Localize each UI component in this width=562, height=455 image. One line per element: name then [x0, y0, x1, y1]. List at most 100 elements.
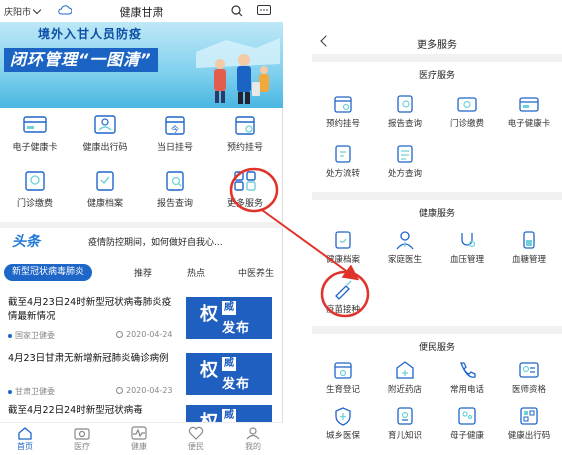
service-today-register[interactable]: 今 当日挂号	[140, 114, 210, 153]
parenting-icon	[397, 407, 413, 425]
pharmacy-icon	[396, 361, 414, 379]
news-thumbnail: 权威发布	[186, 353, 272, 395]
service-item[interactable]: 处方流转	[314, 144, 372, 179]
top-bar: 庆阳市 健康甘肃	[0, 0, 283, 22]
news-thumbnail: 权威	[186, 405, 272, 422]
message-icon[interactable]	[257, 5, 271, 16]
svg-text:今: 今	[171, 124, 179, 134]
payment-icon	[457, 97, 477, 112]
service-item[interactable]: 城乡医保	[314, 406, 372, 441]
banner-subheadline: 闭环管理“一图清”	[4, 48, 158, 72]
service-item[interactable]: 家庭医生	[376, 230, 434, 265]
service-item[interactable]: 门诊缴费	[438, 94, 496, 129]
news-thumbnail: 权威发布	[186, 297, 272, 339]
nav-mine[interactable]: 我的	[233, 426, 273, 452]
birth-register-icon	[334, 362, 352, 379]
section-convenience: 便民服务 生育登记 附近药店 常用电话 医师资格 城乡医保 育儿知识 母子健康	[312, 326, 562, 455]
insurance-icon	[335, 407, 351, 426]
calendar-icon	[334, 96, 352, 113]
service-item[interactable]: 血压管理	[438, 230, 496, 265]
banner-headline: 境外入甘人员防疫	[38, 27, 143, 41]
nav-medical[interactable]: 医疗	[62, 426, 102, 452]
headline-ticker[interactable]: 头条 疫情防控期间，如何做好自我心...	[0, 222, 283, 252]
medical-icon	[74, 428, 90, 440]
news-date: 2020-04-24	[116, 330, 173, 339]
headline-text: 疫情防控期间，如何做好自我心...	[88, 238, 223, 248]
blood-pressure-icon	[461, 233, 476, 248]
news-source: 甘肃卫健委	[8, 386, 55, 397]
nav-home[interactable]: 首页	[5, 426, 45, 452]
payment-icon	[25, 171, 45, 191]
service-report[interactable]: 报告查询	[140, 170, 210, 209]
news-title: 4月23日甘肃无新增新冠肺炎确诊病例	[8, 353, 169, 364]
health-record-icon	[335, 231, 351, 249]
nav-convenience[interactable]: 便民	[176, 426, 216, 452]
service-health-record[interactable]: 健康档案	[70, 170, 140, 209]
home-icon	[18, 427, 32, 440]
service-appointment[interactable]: 预约挂号	[210, 114, 280, 153]
blood-sugar-icon	[523, 231, 535, 249]
news-item[interactable]: 截至4月23日24时新型冠状病毒肺炎疫情最新情况 国家卫健委 2020-04-2…	[8, 296, 276, 346]
news-source: 国家卫健委	[8, 330, 55, 341]
nav-health[interactable]: 健康	[119, 426, 159, 452]
page-title: 更多服务	[417, 40, 457, 51]
health-card-icon	[23, 116, 47, 133]
service-item[interactable]: 健康出行码	[500, 406, 558, 441]
service-item[interactable]: 疫苗接种	[314, 280, 372, 315]
bottom-nav: 首页 医疗 健康 便民 我的	[0, 422, 283, 455]
doctor-icon	[396, 231, 414, 250]
appointment-icon	[235, 116, 255, 135]
service-item[interactable]: 电子健康卡	[500, 94, 558, 129]
home-screen: 庆阳市 健康甘肃 境外入甘人员防疫 闭环管理“一图清” 电子健康卡 健康出行码 …	[0, 0, 283, 455]
service-health-card[interactable]: 电子健康卡	[0, 114, 70, 153]
news-title: 截至4月23日24时新型冠状病毒肺炎疫情最新情况	[8, 297, 172, 322]
tab-tcm[interactable]: 中医养生	[238, 266, 274, 279]
service-item[interactable]: 预约挂号	[314, 94, 372, 129]
travel-code-icon	[94, 115, 116, 134]
user-icon	[246, 427, 260, 440]
pulse-icon	[131, 426, 147, 440]
phone-icon	[460, 362, 476, 378]
service-item[interactable]: 常用电话	[438, 360, 496, 395]
service-travel-code[interactable]: 健康出行码	[70, 114, 140, 153]
news-item[interactable]: 截至4月22日24时新型冠状病毒 权威	[8, 404, 276, 422]
today-register-icon: 今	[165, 116, 185, 135]
headline-logo: 头条	[12, 234, 40, 250]
tab-recommend[interactable]: 推荐	[134, 266, 152, 279]
news-item[interactable]: 4月23日甘肃无新增新冠肺炎确诊病例 甘肃卫健委 2020-04-23 权威发布	[8, 352, 276, 402]
service-more[interactable]: 更多服务	[210, 170, 280, 209]
news-date: 2020-04-23	[116, 386, 173, 395]
service-item[interactable]: 育儿知识	[376, 406, 434, 441]
section-title: 健康服务	[418, 209, 455, 219]
service-item[interactable]: 医师资格	[500, 360, 558, 395]
clock-icon	[116, 387, 123, 394]
section-medical: 医疗服务 预约挂号 报告查询 门诊缴费 电子健康卡 处方流转 处方查询	[312, 54, 562, 192]
vaccine-icon	[335, 280, 352, 300]
service-item[interactable]: 健康档案	[314, 230, 372, 265]
report-icon	[166, 171, 184, 191]
news-title: 截至4月22日24时新型冠状病毒	[8, 405, 143, 416]
service-item[interactable]: 母子健康	[438, 406, 496, 441]
clock-icon	[116, 331, 123, 338]
travel-code-icon	[520, 407, 538, 425]
section-health: 健康服务 健康档案 家庭医生 血压管理 血糖管理 疫苗接种	[312, 192, 562, 326]
prescription-flow-icon	[335, 145, 351, 163]
doctor-license-icon	[519, 362, 539, 378]
health-record-icon	[96, 171, 114, 191]
service-item[interactable]: 血糖管理	[500, 230, 558, 265]
service-item[interactable]: 附近药店	[376, 360, 434, 395]
service-payment[interactable]: 门诊缴费	[0, 170, 70, 209]
mother-child-icon	[458, 407, 476, 425]
search-icon[interactable]	[231, 5, 243, 17]
more-services-screen: 更多服务 医疗服务 预约挂号 报告查询 门诊缴费 电子健康卡 处方流转 处方查询	[312, 28, 562, 455]
promo-banner[interactable]: 境外入甘人员防疫 闭环管理“一图清”	[0, 22, 283, 108]
tab-hot[interactable]: 热点	[187, 266, 205, 279]
service-item[interactable]: 处方查询	[376, 144, 434, 179]
service-item[interactable]: 报告查询	[376, 94, 434, 129]
prescription-search-icon	[397, 145, 413, 163]
service-item[interactable]: 生育登记	[314, 360, 372, 395]
section-title: 医疗服务	[418, 71, 455, 81]
more-services-icon	[234, 171, 256, 191]
news-tabs: 新型冠状病毒肺炎 推荐 热点 中医养生	[0, 262, 283, 284]
tab-covid[interactable]: 新型冠状病毒肺炎	[4, 264, 93, 281]
